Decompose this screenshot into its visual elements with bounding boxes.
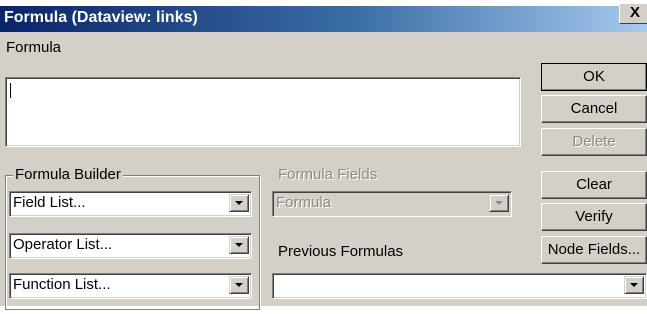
- ok-button-label: OK: [583, 68, 605, 85]
- delete-button[interactable]: Delete: [541, 128, 647, 156]
- chevron-down-icon[interactable]: [624, 276, 644, 294]
- chevron-down-icon[interactable]: [489, 194, 509, 212]
- ok-button[interactable]: OK: [541, 63, 647, 91]
- close-icon[interactable]: X: [619, 3, 647, 24]
- function-list-value: Function List...: [13, 276, 111, 293]
- formula-fields-dropdown[interactable]: Formula: [272, 191, 512, 217]
- formula-fields-label: Formula Fields: [278, 166, 378, 183]
- chevron-down-icon[interactable]: [229, 236, 249, 254]
- clear-button[interactable]: Clear: [541, 171, 647, 199]
- node-fields-button[interactable]: Node Fields...: [541, 236, 647, 264]
- verify-button-label: Verify: [575, 208, 613, 225]
- clear-button-label: Clear: [576, 176, 612, 193]
- verify-button[interactable]: Verify: [541, 203, 647, 231]
- title-bar: Formula (Dataview: links): [0, 6, 647, 32]
- formula-fields-value: Formula: [276, 194, 332, 211]
- operator-list-dropdown[interactable]: Operator List...: [9, 233, 252, 259]
- chevron-down-icon[interactable]: [229, 276, 249, 294]
- field-list-value: Field List...: [13, 194, 86, 211]
- chevron-down-icon[interactable]: [229, 194, 249, 212]
- text-caret: [10, 83, 11, 98]
- cancel-button[interactable]: Cancel: [541, 95, 647, 123]
- field-list-dropdown[interactable]: Field List...: [9, 191, 252, 217]
- formula-builder-label: Formula Builder: [13, 166, 123, 183]
- operator-list-value: Operator List...: [13, 236, 113, 253]
- function-list-dropdown[interactable]: Function List...: [9, 273, 252, 299]
- previous-formulas-dropdown[interactable]: [272, 273, 647, 299]
- delete-button-label: Delete: [572, 133, 616, 150]
- node-fields-button-label: Node Fields...: [547, 241, 641, 258]
- cancel-button-label: Cancel: [570, 100, 618, 117]
- formula-label: Formula: [6, 39, 62, 56]
- previous-formulas-label: Previous Formulas: [278, 243, 404, 260]
- window-title: Formula (Dataview: links): [4, 9, 198, 26]
- formula-textarea[interactable]: [5, 77, 521, 147]
